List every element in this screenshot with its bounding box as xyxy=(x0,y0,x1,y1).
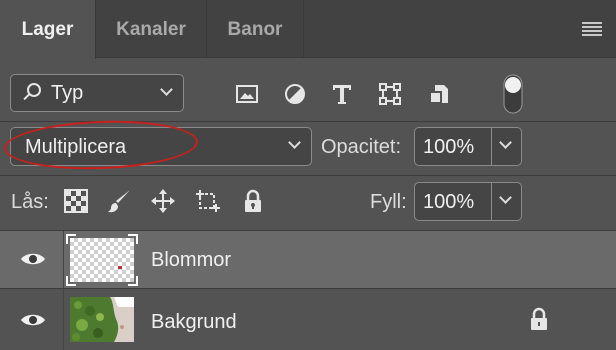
lock-icon[interactable] xyxy=(528,307,550,331)
visibility-toggle[interactable] xyxy=(0,231,64,288)
opacity-label: Opacitet: xyxy=(321,136,402,158)
type-filter-icon[interactable] xyxy=(330,82,354,106)
opacity-field[interactable]: 100% xyxy=(414,127,492,166)
shape-filter-icon[interactable] xyxy=(378,82,402,106)
opacity-value: 100% xyxy=(423,136,475,158)
lock-position-icon[interactable] xyxy=(150,188,176,214)
eye-icon xyxy=(21,253,45,265)
panel-tab-bar: Lager Kanaler Banor xyxy=(0,0,616,59)
visibility-toggle[interactable] xyxy=(0,289,64,350)
fill-dropdown-button[interactable] xyxy=(492,182,522,221)
layer-thumbnail xyxy=(66,234,138,286)
chevron-down-icon xyxy=(499,191,512,204)
panel-menu-icon[interactable] xyxy=(582,22,602,36)
layer-name: Blommor xyxy=(151,249,232,271)
lock-transparent-pixels-icon[interactable] xyxy=(63,188,89,214)
layer-filter-dropdown[interactable]: Typ xyxy=(10,74,184,112)
filter-kind-label: Typ xyxy=(51,82,84,104)
layer-row-blommor[interactable]: Blommor xyxy=(0,231,616,288)
layer-thumbnail xyxy=(70,297,134,342)
filter-toggle-switch[interactable] xyxy=(503,74,523,114)
lock-image-pixels-icon[interactable] xyxy=(106,188,132,214)
fill-field[interactable]: 100% xyxy=(414,182,492,221)
adjustment-filter-icon[interactable] xyxy=(283,82,307,106)
divider xyxy=(0,175,616,176)
chevron-down-icon xyxy=(160,83,173,96)
search-icon xyxy=(27,83,41,97)
lock-artboard-icon[interactable] xyxy=(195,188,221,214)
layer-name: Bakgrund xyxy=(151,311,237,333)
lock-label: Lås: xyxy=(11,191,49,213)
chevron-down-icon xyxy=(288,136,301,149)
chevron-down-icon xyxy=(499,136,512,149)
smart-object-filter-icon[interactable] xyxy=(427,82,451,106)
layer-row-bakgrund[interactable]: Bakgrund xyxy=(0,289,616,350)
opacity-dropdown-button[interactable] xyxy=(492,127,522,166)
fill-label: Fyll: xyxy=(370,191,407,213)
tab-kanaler[interactable]: Kanaler xyxy=(96,0,207,58)
tab-banor[interactable]: Banor xyxy=(207,0,304,58)
eye-icon xyxy=(21,314,45,326)
lock-all-icon[interactable] xyxy=(240,188,266,214)
image-filter-icon[interactable] xyxy=(235,82,259,106)
fill-value: 100% xyxy=(423,191,475,213)
tab-lager[interactable]: Lager xyxy=(0,0,96,59)
